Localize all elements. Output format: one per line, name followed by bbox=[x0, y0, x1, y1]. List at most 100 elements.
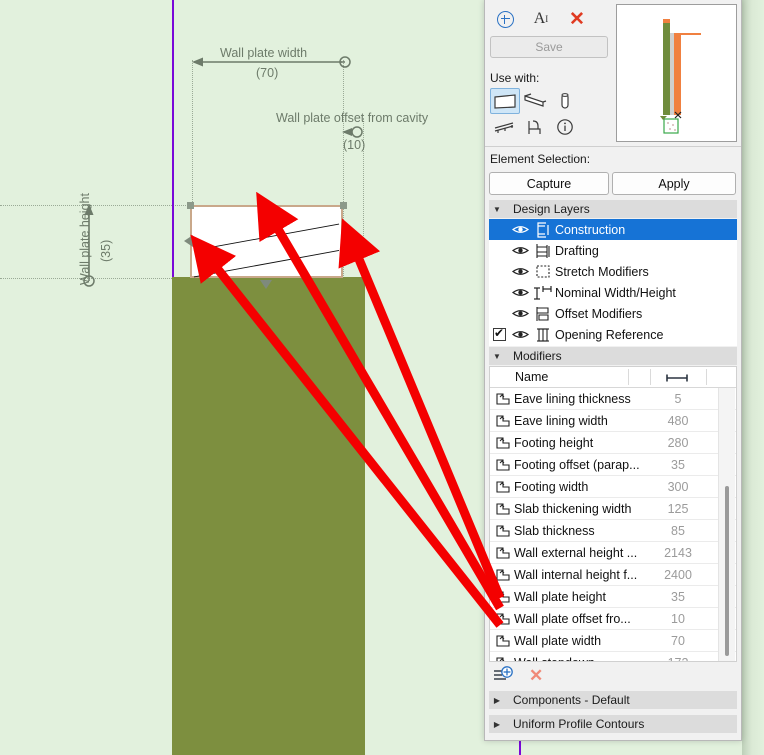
layer-checkbox[interactable] bbox=[493, 265, 506, 278]
modifier-icon bbox=[490, 590, 514, 604]
stretch-handle-left[interactable] bbox=[184, 235, 193, 247]
use-with-icon-grid[interactable] bbox=[490, 88, 580, 140]
eye-icon[interactable] bbox=[509, 224, 531, 235]
modifiers-row-container[interactable]: Eave lining thickness 5 Eave lining width 4… bbox=[490, 388, 736, 662]
plate-hatch-lines bbox=[192, 207, 341, 276]
modifier-row[interactable]: Slab thickness 85 bbox=[490, 520, 736, 542]
modifier-row[interactable]: Wall plate offset fro... 10 bbox=[490, 608, 736, 630]
eye-icon[interactable] bbox=[509, 308, 531, 319]
layer-checkbox[interactable] bbox=[493, 286, 506, 299]
delete-modifier-icon[interactable]: ✕ bbox=[529, 667, 543, 684]
section-header-components-default[interactable]: ▶ Components - Default bbox=[489, 691, 737, 709]
capture-button[interactable]: Capture bbox=[489, 172, 609, 195]
design-layers-list[interactable]: Construction Drafting Stretch Modifiers … bbox=[489, 219, 737, 346]
modifier-row[interactable]: Footing height 280 bbox=[490, 432, 736, 454]
modifier-value[interactable]: 480 bbox=[648, 414, 708, 428]
modifiers-scrollbar-thumb[interactable] bbox=[725, 486, 729, 656]
modifier-value[interactable]: 10 bbox=[648, 612, 708, 626]
modifier-value[interactable]: 125 bbox=[648, 502, 708, 516]
modifier-row[interactable]: Wall plate height 35 bbox=[490, 586, 736, 608]
offset-modifier-icon bbox=[531, 306, 555, 322]
design-layer-label: Opening Reference bbox=[555, 327, 664, 342]
design-layer-label: Drafting bbox=[555, 243, 599, 258]
modifier-value[interactable]: 280 bbox=[648, 436, 708, 450]
delete-profile-icon[interactable]: ✕ bbox=[566, 8, 588, 30]
modifier-row[interactable]: Footing width 300 bbox=[490, 476, 736, 498]
use-with-railing-icon[interactable] bbox=[490, 114, 520, 140]
apply-button[interactable]: Apply bbox=[612, 172, 736, 195]
modifier-value[interactable]: 2143 bbox=[648, 546, 708, 560]
use-with-slab-icon[interactable] bbox=[520, 88, 550, 114]
modifier-row[interactable]: Slab thickening width 125 bbox=[490, 498, 736, 520]
use-with-furniture-icon[interactable] bbox=[520, 114, 550, 140]
modifiers-table[interactable]: Name Eave lining thickness 5 Eave lining w… bbox=[489, 366, 737, 662]
layer-checkbox[interactable] bbox=[493, 223, 506, 236]
rename-glyph: A bbox=[533, 10, 546, 27]
modifier-row[interactable]: Wall stepdown172 bbox=[490, 652, 736, 662]
modifier-value[interactable]: 2400 bbox=[648, 568, 708, 582]
design-layer-row[interactable]: Drafting bbox=[489, 240, 737, 261]
modifier-name: Footing height bbox=[514, 435, 594, 450]
wall-plate-shape[interactable] bbox=[190, 205, 343, 278]
eye-icon[interactable] bbox=[509, 287, 531, 298]
stretch-handle-right[interactable] bbox=[345, 236, 354, 248]
modifier-value[interactable]: 70 bbox=[648, 634, 708, 648]
rename-profile-icon[interactable]: AI bbox=[530, 8, 552, 30]
modifier-row[interactable]: Eave lining thickness 5 bbox=[490, 388, 736, 410]
modifier-row[interactable]: Eave lining width 480 bbox=[490, 410, 736, 432]
eye-icon[interactable] bbox=[509, 329, 531, 340]
add-modifier-icon[interactable] bbox=[493, 666, 513, 684]
modifier-row[interactable]: Wall external height ... 2143 bbox=[490, 542, 736, 564]
section-header-design-layers[interactable]: ▼ Design Layers bbox=[489, 200, 737, 218]
modifier-name: Footing width bbox=[514, 479, 589, 494]
selection-corner-handle[interactable] bbox=[340, 202, 347, 209]
layer-checkbox[interactable] bbox=[493, 307, 506, 320]
eye-icon[interactable] bbox=[509, 266, 531, 277]
section-header-modifiers[interactable]: ▼ Modifiers bbox=[489, 347, 737, 365]
use-with-column-icon[interactable] bbox=[550, 88, 580, 114]
modifier-value[interactable]: 85 bbox=[648, 524, 708, 538]
modifier-name: Wall external height ... bbox=[514, 545, 638, 560]
modifier-value[interactable]: 5 bbox=[648, 392, 708, 406]
section-title-components-default: Components - Default bbox=[513, 693, 630, 707]
use-with-wall-icon[interactable] bbox=[490, 88, 520, 114]
use-with-info-icon[interactable] bbox=[550, 114, 580, 140]
modifier-name: Slab thickening width bbox=[514, 501, 632, 516]
section-header-uniform-profile-contours[interactable]: ▶ Uniform Profile Contours bbox=[489, 715, 737, 733]
profile-preview[interactable] bbox=[616, 4, 737, 142]
modifier-icon bbox=[490, 524, 514, 538]
modifiers-scrollbar[interactable] bbox=[718, 388, 735, 661]
modifier-row[interactable]: Wall plate width 70 bbox=[490, 630, 736, 652]
modifier-name: Wall plate height bbox=[514, 589, 606, 604]
layer-checkbox[interactable] bbox=[493, 326, 506, 341]
modifier-footer-toolbar[interactable]: ✕ bbox=[493, 666, 543, 684]
profile-settings-panel[interactable]: AI ✕ Save Use with: Element Selection: C… bbox=[484, 0, 742, 741]
add-profile-icon[interactable] bbox=[494, 8, 516, 30]
design-layer-row[interactable]: Offset Modifiers bbox=[489, 303, 737, 324]
modifier-value[interactable]: 35 bbox=[648, 458, 708, 472]
rename-sup: I bbox=[545, 14, 549, 24]
modifier-row[interactable]: Footing offset (parap... 35 bbox=[490, 454, 736, 476]
selection-corner-handle[interactable] bbox=[187, 202, 194, 209]
design-layer-row[interactable]: Nominal Width/Height bbox=[489, 282, 737, 303]
layer-checkbox[interactable] bbox=[493, 244, 506, 257]
dim-label-wall-plate-height: Wall plate height bbox=[78, 193, 92, 285]
design-layer-row[interactable]: Stretch Modifiers bbox=[489, 261, 737, 282]
modifier-value[interactable]: 300 bbox=[648, 480, 708, 494]
eye-icon[interactable] bbox=[509, 245, 531, 256]
save-button[interactable]: Save bbox=[490, 36, 608, 58]
modifier-row[interactable]: Wall internal height f... 2400 bbox=[490, 564, 736, 586]
design-layer-row[interactable]: Opening Reference bbox=[489, 324, 737, 345]
panel-toolbar[interactable]: AI ✕ bbox=[485, 2, 619, 36]
modifier-name: Wall plate width bbox=[514, 633, 602, 648]
section-title-uniform-profile-contours: Uniform Profile Contours bbox=[513, 717, 645, 731]
chevron-right-icon: ▶ bbox=[493, 695, 501, 705]
stretch-handle-bottom[interactable] bbox=[260, 280, 272, 289]
dim-value-wall-plate-height: (35) bbox=[99, 239, 113, 262]
modifier-name: Wall internal height f... bbox=[514, 567, 638, 582]
stretch-handle-top[interactable] bbox=[260, 203, 272, 212]
modifier-value[interactable]: 172 bbox=[648, 656, 708, 662]
modifier-value[interactable]: 35 bbox=[648, 590, 708, 604]
width-dimension-icon bbox=[665, 372, 689, 386]
design-layer-row[interactable]: Construction bbox=[489, 219, 737, 240]
